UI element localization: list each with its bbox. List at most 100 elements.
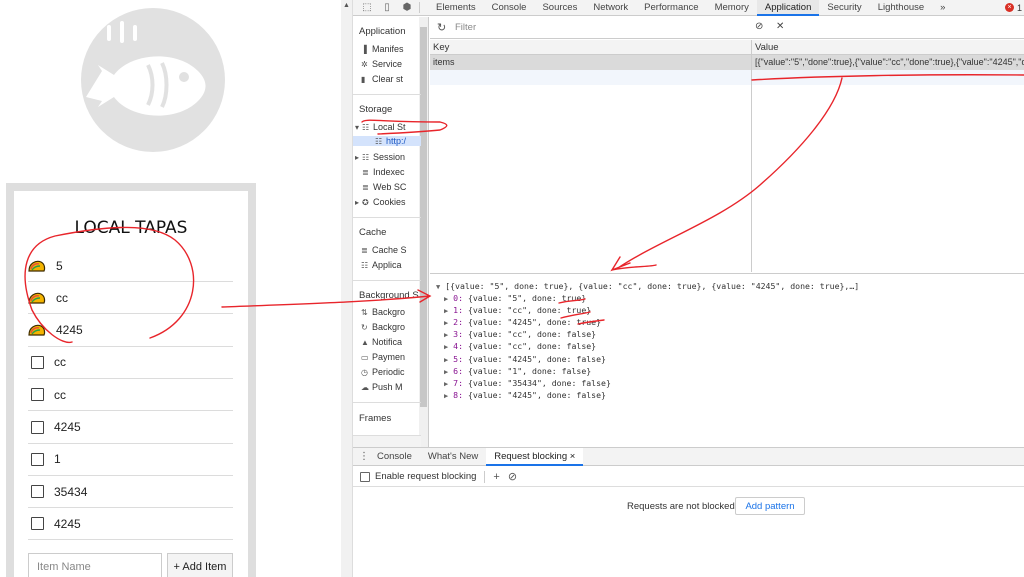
preview-index: 5: [453,353,464,364]
tab-application[interactable]: Application [756,0,820,16]
preview-summary-line[interactable]: ▼ [{value: "5", done: true}, {value: "cc… [436,281,859,291]
sidebar-item-notifications[interactable]: ▲ Notifica [361,337,423,347]
preview-entry[interactable]: ▶ 4: {value: "cc", done: false} [444,341,596,351]
sidebar-scroll-thumb[interactable] [420,27,427,407]
drawer-menu-icon[interactable]: ⋮ [359,451,369,462]
sidebar-item-session-storage[interactable]: ▸ ☷ Session [355,152,417,162]
sidebar-item-manifest[interactable]: ▐ Manifes [361,44,423,54]
sidebar-horizontal-scrollbar[interactable] [353,435,421,447]
list-item[interactable]: 5 [28,250,233,282]
list-item[interactable]: 4245 [28,315,233,347]
close-tab-icon[interactable]: × [567,451,576,462]
tab-performance[interactable]: Performance [636,0,706,16]
error-badge[interactable]: × 1 [1004,3,1022,13]
drawer-tab-request-blocking[interactable]: Request blocking × [486,447,584,466]
add-pattern-button[interactable]: Add pattern [735,497,805,515]
item-checkbox[interactable] [31,355,44,369]
taco-icon[interactable] [28,258,46,274]
sidebar-item-cache-storage[interactable]: ≣ Cache S [361,245,423,255]
drawer-tabs: Console What's New Request blocking × [369,447,584,466]
sidebar-divider [353,402,421,403]
preview-entry[interactable]: ▶ 1: {value: "cc", done: true} [444,305,591,315]
taco-icon[interactable] [28,290,46,306]
value-column-header[interactable]: Value [752,40,1024,55]
item-text: 35434 [54,484,88,499]
item-checkbox[interactable] [31,388,44,402]
tab-console[interactable]: Console [484,0,535,16]
sidebar-item-local-origin[interactable]: ☷ http:/ [353,136,421,146]
trash-icon: ▮ [361,74,366,84]
preview-entry[interactable]: ▶ 3: {value: "cc", done: false} [444,329,596,339]
collapsed-triangle-icon: ▶ [444,379,449,388]
list-item[interactable]: cc [28,282,233,315]
add-icon[interactable]: + [493,471,499,483]
sidebar-item-background-fetch[interactable]: ⇅ Backgro [361,307,423,317]
taco-icon[interactable] [28,322,46,338]
item-checkbox[interactable] [31,452,44,466]
sidebar-item-indexeddb[interactable]: ≣ Indexec [362,167,424,177]
refresh-icon[interactable]: ↻ [437,21,449,34]
sidebar-item-periodic-sync[interactable]: ◷ Periodic [361,367,423,377]
sidebar-item-label: Local St [373,122,406,132]
page-scrollbar[interactable]: ▲ [341,0,353,577]
tab-security[interactable]: Security [819,0,869,16]
list-item[interactable]: 1 [28,444,233,476]
add-item-button[interactable]: + Add Item [167,553,233,577]
sidebar-item-local-storage[interactable]: ▾ ☷ Local St [355,122,417,132]
item-text: 4245 [54,516,81,531]
list-item[interactable]: 4245 [28,508,233,541]
drawer-tab-console[interactable]: Console [369,448,420,466]
preview-entry[interactable]: ▶ 8: {value: "4245", done: false} [444,390,606,400]
delete-selected-icon[interactable]: ✕ [776,21,784,32]
list-item[interactable]: cc [28,347,233,379]
preview-entry[interactable]: ▶ 2: {value: "4245", done: true} [444,317,601,327]
tab-elements[interactable]: Elements [428,0,484,16]
list-item[interactable]: 35434 [28,476,233,509]
more-tabs-button[interactable]: » [932,0,953,16]
tab-memory[interactable]: Memory [707,0,757,16]
sidebar-item-clear-storage[interactable]: ▮ Clear st [361,74,423,84]
sidebar-item-web-sql[interactable]: ≣ Web SC [362,182,424,192]
block-icon[interactable]: ⊘ [508,470,517,483]
preview-value: {value: "cc", done: true} [467,305,592,316]
clear-all-icon[interactable]: ⊘ [755,21,763,32]
tab-sources[interactable]: Sources [534,0,585,16]
bell-icon: ▲ [361,337,369,347]
drawer-tab-what-s-new[interactable]: What's New [420,448,486,466]
error-icon: × [1004,3,1014,12]
preview-entry[interactable]: ▶ 7: {value: "35434", done: false} [444,378,611,388]
sidebar-item-application-cache[interactable]: ☷ Applica [361,260,423,270]
tab-lighthouse[interactable]: Lighthouse [870,0,932,16]
sidebar-item-background-sync[interactable]: ↻ Backgro [361,322,423,332]
sidebar-item-service-workers[interactable]: ✲ Service [361,59,423,69]
tapas-card-inner: LOCAL TAPAS 5 cc 4245 cc cc 4245 1 35434 4245 + … [14,191,248,577]
filter-input[interactable] [455,22,755,33]
extension-icon[interactable]: ⬢ [401,2,413,14]
inspect-icon[interactable]: ⬚ [361,2,373,14]
key-column-header[interactable]: Key [430,40,751,55]
table-cell-key[interactable]: items [430,55,751,70]
tab-network[interactable]: Network [585,0,636,16]
sidebar-item-payment-handler[interactable]: ▭ Paymen [361,352,423,362]
item-name-input[interactable] [28,553,162,577]
table-cell-value[interactable]: [{"value":"5","done":true},{"value":"cc"… [752,55,1024,70]
drawer-tabbar: ⋮ Console What's New Request blocking × [353,447,1024,466]
database-icon: ≣ [362,182,369,192]
preview-entry[interactable]: ▶ 0: {value: "5", done: true} [444,293,586,303]
sidebar-item-label: Manifes [372,44,404,54]
item-checkbox[interactable] [31,517,44,531]
preview-entry[interactable]: ▶ 6: {value: "1", done: false} [444,366,591,376]
enable-request-blocking-checkbox[interactable] [360,471,370,482]
collapsed-triangle-icon: ▶ [444,391,449,400]
column-divider [751,40,752,272]
item-checkbox[interactable] [31,485,44,499]
device-toolbar-icon[interactable]: ▯ [381,2,393,14]
sidebar-item-push-messaging[interactable]: ☁ Push M [361,382,423,392]
table-icon: ☷ [362,122,370,132]
item-checkbox[interactable] [31,420,44,434]
list-item[interactable]: 4245 [28,412,233,444]
list-item[interactable]: cc [28,379,233,412]
preview-entry[interactable]: ▶ 5: {value: "4245", done: false} [444,354,606,364]
table-row-empty[interactable] [430,70,1024,85]
sidebar-item-cookies[interactable]: ▸ ✪ Cookies [355,197,417,207]
